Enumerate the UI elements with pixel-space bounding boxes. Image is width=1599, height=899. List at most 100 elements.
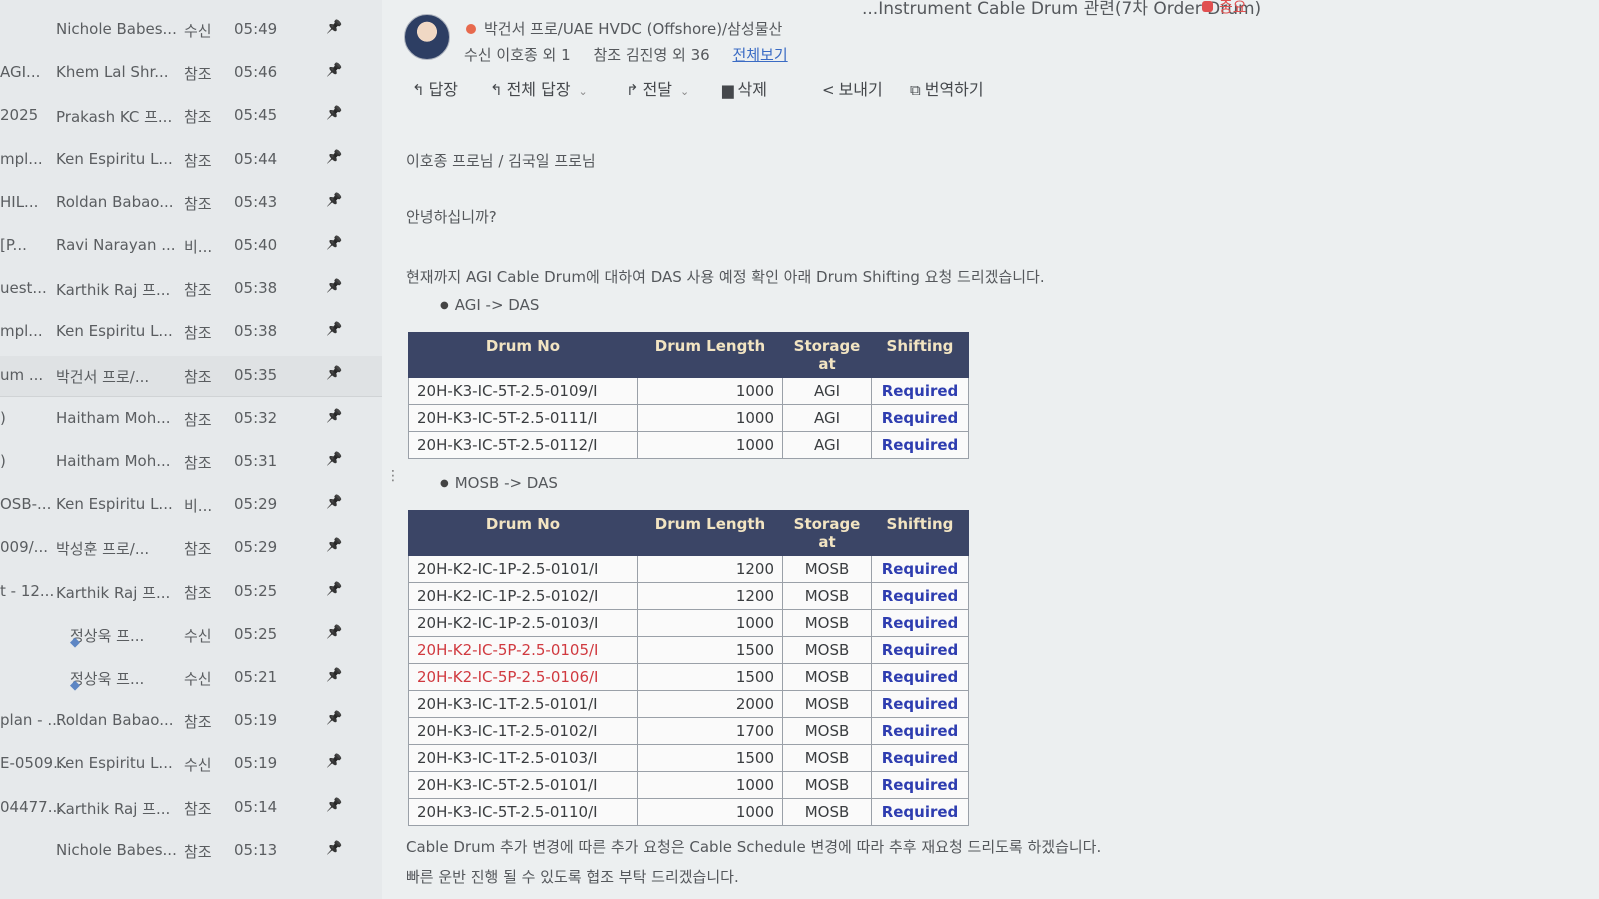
storage-cell: MOSB bbox=[782, 663, 872, 691]
send-button[interactable]: < 보내기 bbox=[822, 76, 883, 100]
to-value[interactable]: 이호종 외 1 bbox=[496, 46, 570, 64]
importance-icon bbox=[1202, 1, 1213, 12]
mail-list-item[interactable]: t - 12... Karthik Raj 프... 참조 05:25 📌 bbox=[0, 572, 382, 612]
drum-no-cell: 20H-K2-IC-1P-2.5-0102/I bbox=[408, 582, 638, 610]
mail-time: 05:38 bbox=[234, 279, 278, 298]
pin-icon[interactable]: 📌 bbox=[326, 798, 342, 813]
mail-list-item[interactable]: Nichole Babes... 참조 05:13 📌 bbox=[0, 831, 382, 871]
mail-list-item[interactable]: mpl... Ken Espiritu L... 참조 05:44 📌 bbox=[0, 140, 382, 180]
mail-subject-fragment: um ... bbox=[0, 365, 44, 384]
chevron-down-icon[interactable]: ⌄ bbox=[579, 85, 588, 98]
mail-recipient-type: 참조 bbox=[184, 151, 212, 170]
pin-icon[interactable]: 📌 bbox=[326, 625, 342, 640]
forward-button[interactable]: ↱ 전달 ⌄ bbox=[626, 76, 689, 100]
pin-icon[interactable]: 📌 bbox=[326, 236, 342, 251]
mail-list-item[interactable]: [P... Ravi Narayan ... 비... 05:40 📌 bbox=[0, 226, 382, 266]
mail-list-item[interactable]: 04477... Karthik Raj 프... 참조 05:14 📌 bbox=[0, 788, 382, 828]
mail-subject-fragment: plan - ... bbox=[0, 711, 62, 730]
pin-icon[interactable]: 📌 bbox=[326, 538, 342, 553]
table-row: 20H-K3-IC-5T-2.5-0101/I 1000 MOSB Required bbox=[408, 771, 969, 799]
view-all-link[interactable]: 전체보기 bbox=[732, 46, 787, 64]
mail-recipient-type: 수신 bbox=[184, 670, 212, 688]
mail-time: 05:19 bbox=[234, 711, 278, 730]
pin-icon[interactable]: 📌 bbox=[326, 409, 342, 424]
mail-time: 05:21 bbox=[234, 668, 278, 686]
mail-list-item[interactable]: 2025 Prakash KC 프... 참조 05:45 📌 bbox=[0, 96, 382, 136]
cc-value[interactable]: 김진영 외 36 bbox=[626, 46, 710, 64]
mail-list-item[interactable]: ◆ 정상욱 프... 수신 05:25 📌 bbox=[0, 615, 382, 655]
mail-subject-fragment: ) bbox=[0, 452, 6, 470]
drum-length-cell: 1200 bbox=[637, 555, 783, 583]
mail-list-item[interactable]: mpl... Ken Espiritu L... 참조 05:38 📌 bbox=[0, 312, 382, 352]
mail-sender-name: Haitham Moh... bbox=[56, 408, 171, 427]
presence-icon bbox=[466, 24, 476, 34]
table-row: 20H-K3-IC-5T-2.5-0110/I 1000 MOSB Required bbox=[408, 798, 969, 826]
mail-list-item[interactable]: ) Haitham Moh... 참조 05:32 📌 bbox=[0, 399, 382, 439]
mail-time: 05:29 bbox=[234, 495, 278, 514]
pin-icon[interactable]: 📌 bbox=[326, 366, 342, 381]
mail-list-item[interactable]: ) Haitham Moh... 참조 05:31 📌 bbox=[0, 442, 382, 482]
pin-icon[interactable]: 📌 bbox=[326, 495, 342, 510]
mail-sender-name: Karthik Raj 프... bbox=[56, 583, 171, 602]
drum-length-cell: 1000 bbox=[637, 431, 783, 459]
mail-sender: Roldan Babao... bbox=[56, 193, 174, 211]
mail-recipient-type: 수신 bbox=[184, 756, 212, 775]
reply-button[interactable]: ↰ 답장 bbox=[412, 76, 458, 100]
drum-length-cell: 1500 bbox=[637, 636, 783, 664]
pin-icon[interactable]: 📌 bbox=[326, 106, 342, 121]
pin-icon[interactable]: 📌 bbox=[326, 841, 342, 856]
pin-icon[interactable]: 📌 bbox=[326, 754, 342, 769]
mail-sender: 박성훈 프로/... bbox=[56, 538, 149, 559]
mail-list-item[interactable]: um ... 박건서 프로/... 참조 05:35 📌 bbox=[0, 355, 382, 397]
trash-icon: ▆ bbox=[722, 81, 734, 99]
table-row: 20H-K2-IC-1P-2.5-0101/I 1200 MOSB Required bbox=[408, 555, 969, 583]
pin-icon[interactable]: 📌 bbox=[326, 63, 342, 78]
mail-sender-name: Ravi Narayan ... bbox=[56, 236, 176, 254]
mail-sender: Ken Espiritu L... bbox=[56, 150, 173, 168]
header-shifting: Shifting bbox=[871, 332, 969, 378]
mail-recipient-type: 참조 bbox=[184, 108, 212, 127]
mail-subject-fragment: uest... bbox=[0, 279, 47, 298]
mail-sender-name: 박성훈 프로/... bbox=[56, 540, 150, 559]
storage-cell: MOSB bbox=[782, 771, 872, 799]
mail-sender-name: Karthik Raj 프... bbox=[56, 799, 171, 818]
mail-list-item[interactable]: plan - ... Roldan Babao... 참조 05:19 📌 bbox=[0, 701, 382, 741]
mail-sender: Karthik Raj 프... bbox=[56, 582, 170, 603]
mail-list-item[interactable]: E-0509... Ken Espiritu L... 수신 05:19 📌 bbox=[0, 744, 382, 784]
mail-list-item[interactable]: AGI... Khem Lal Shr... 참조 05:46 📌 bbox=[0, 53, 382, 93]
table-row: 20H-K3-IC-5T-2.5-0109/I 1000 AGI Required bbox=[408, 377, 969, 405]
pin-icon[interactable]: 📌 bbox=[326, 668, 342, 683]
storage-cell: AGI bbox=[782, 404, 872, 432]
mail-subject-fragment: ) bbox=[0, 408, 6, 427]
mail-subject-fragment: 04477... bbox=[0, 797, 63, 816]
mail-list-item[interactable]: Nichole Babes... 수신 05:49 📌 bbox=[0, 10, 382, 50]
mail-list-item[interactable]: HIL... Roldan Babao... 참조 05:43 📌 bbox=[0, 183, 382, 223]
mail-sender-name: Ken Espiritu L... bbox=[56, 322, 173, 341]
reply-all-button[interactable]: ↰ 전체 답장 ⌄ bbox=[490, 76, 588, 100]
mail-list-item[interactable]: 009/... 박성훈 프로/... 참조 05:29 📌 bbox=[0, 528, 382, 568]
mail-list-item[interactable]: ◆ 정상욱 프... 수신 05:21 📌 bbox=[0, 658, 382, 698]
avatar[interactable] bbox=[404, 14, 450, 60]
mail-subject-fragment: [P... bbox=[0, 236, 27, 254]
storage-cell: MOSB bbox=[782, 582, 872, 610]
pin-icon[interactable]: 📌 bbox=[326, 322, 342, 337]
mail-list-item[interactable]: OSB-... Ken Espiritu L... 비... 05:29 📌 bbox=[0, 485, 382, 525]
pin-icon[interactable]: 📌 bbox=[326, 582, 342, 597]
storage-cell: MOSB bbox=[782, 717, 872, 745]
pin-icon[interactable]: 📌 bbox=[326, 193, 342, 208]
mail-list-item[interactable]: uest... Karthik Raj 프... 참조 05:38 📌 bbox=[0, 269, 382, 309]
shield-icon: ◆ bbox=[70, 634, 80, 650]
delete-button[interactable]: ▆ 삭제 bbox=[722, 76, 767, 100]
mail-time: 05:29 bbox=[234, 538, 278, 557]
pin-icon[interactable]: 📌 bbox=[326, 279, 342, 294]
sender-name[interactable]: 박건서 프로/UAE HVDC (Offshore)/삼성물산 bbox=[484, 20, 782, 38]
pin-icon[interactable]: 📌 bbox=[326, 150, 342, 165]
chevron-down-icon[interactable]: ⌄ bbox=[680, 85, 689, 98]
pin-icon[interactable]: 📌 bbox=[326, 452, 342, 467]
mail-sender-name: Nichole Babes... bbox=[56, 840, 177, 859]
to-label: 수신 bbox=[464, 46, 492, 64]
mail-recipient-type: 참조 bbox=[184, 281, 212, 300]
translate-button[interactable]: ⧉ 번역하기 bbox=[910, 76, 984, 100]
pin-icon[interactable]: 📌 bbox=[326, 711, 342, 726]
pin-icon[interactable]: 📌 bbox=[326, 20, 342, 35]
